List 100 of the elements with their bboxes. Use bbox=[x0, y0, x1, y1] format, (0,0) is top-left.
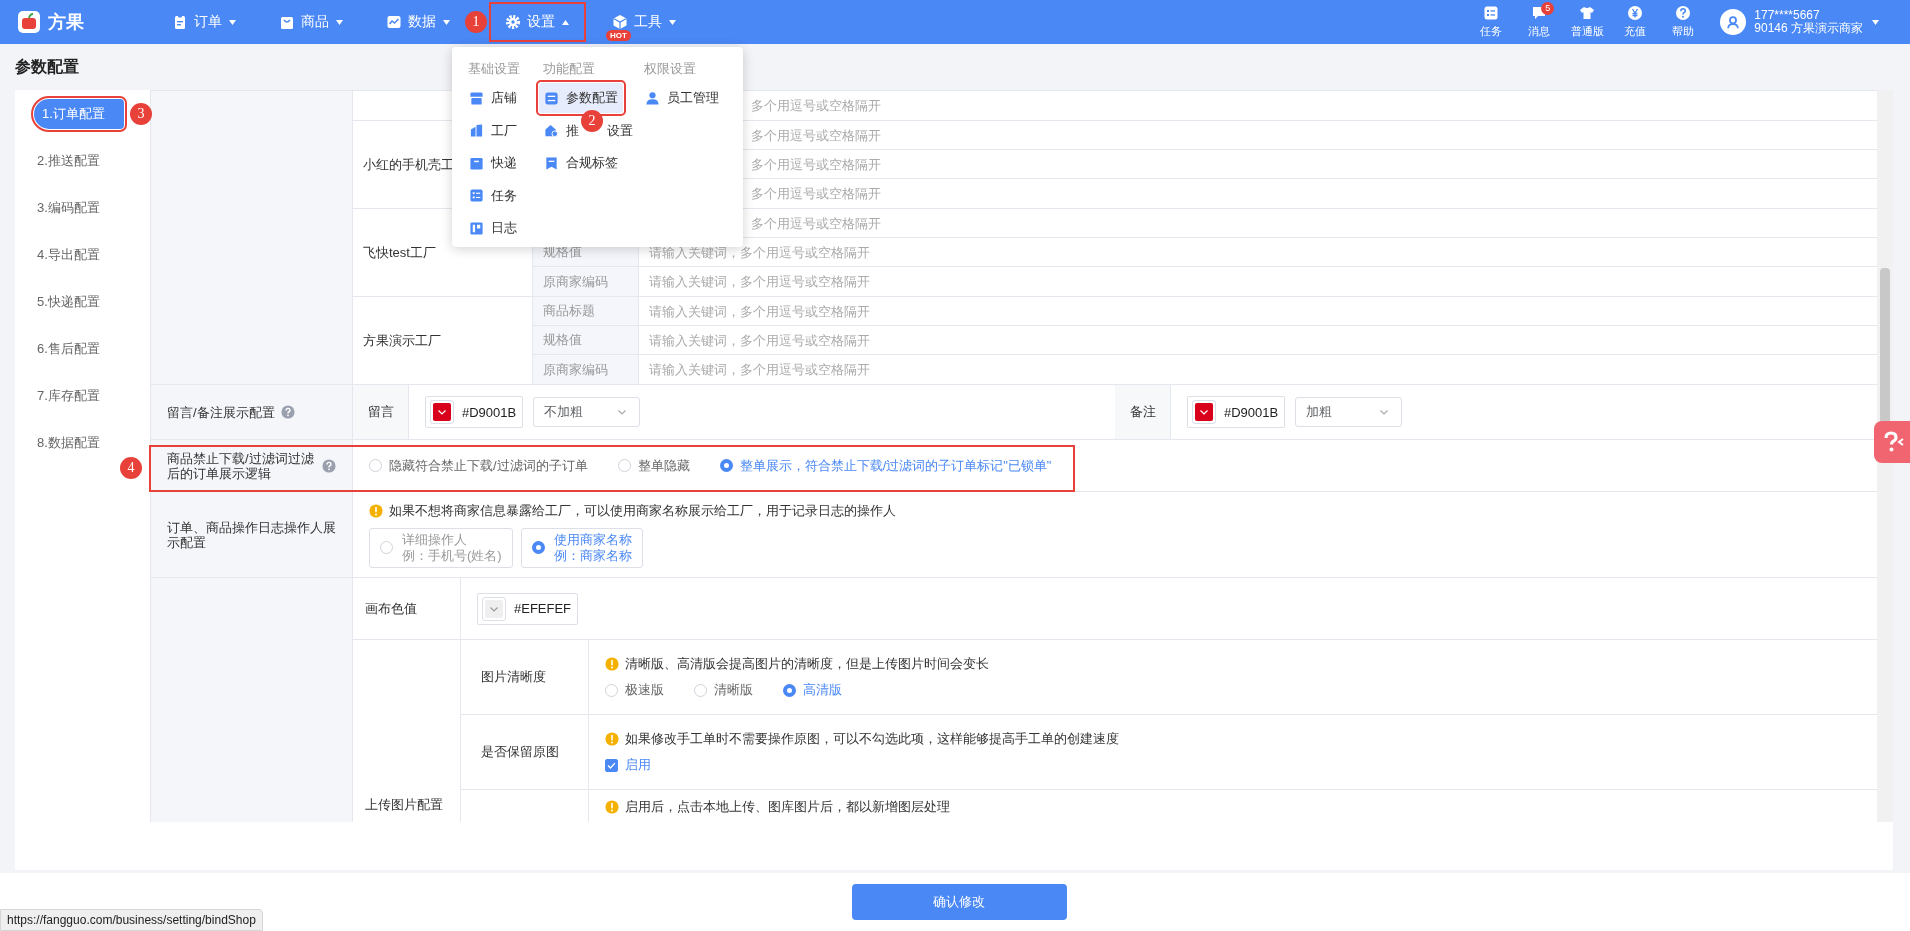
bookmark-icon bbox=[544, 155, 559, 171]
checkbox[interactable]: 启用 bbox=[605, 756, 651, 774]
sidebar-item[interactable]: 8.数据配置 bbox=[34, 428, 124, 458]
sidebar-item[interactable]: 7.库存配置 bbox=[34, 381, 124, 411]
menu-item[interactable]: 店铺 bbox=[464, 83, 522, 113]
info-icon bbox=[605, 657, 619, 671]
radio-option[interactable]: 整单隐藏 bbox=[617, 456, 690, 475]
chevron-icon bbox=[1199, 407, 1209, 417]
field-label: 是否保留原图 bbox=[461, 715, 589, 789]
info-icon bbox=[369, 503, 383, 518]
page-title: 参数配置 bbox=[15, 56, 79, 77]
toolbar-button[interactable]: 5 消息 bbox=[1516, 5, 1563, 39]
caret-icon bbox=[668, 17, 677, 27]
sidebar-item[interactable]: 6.售后配置 bbox=[34, 334, 124, 364]
field-label: 原商家编码 bbox=[533, 267, 639, 296]
step-badge: 4 bbox=[120, 457, 142, 479]
select-field[interactable]: 不加粗 bbox=[533, 397, 641, 427]
toolbar-button[interactable]: 帮助 bbox=[1660, 5, 1707, 39]
hot-badge: HOT bbox=[606, 30, 631, 41]
menu-item[interactable]: 参数配置 bbox=[539, 83, 623, 113]
field-label: 图片清晰度 bbox=[461, 640, 589, 714]
info-text: 如果修改手工单时不需要操作原图，可以不勾选此项，这样能够提高手工单的创建速度 bbox=[625, 730, 1119, 748]
row-label: 订单、商品操作日志操作人展示配置 bbox=[167, 519, 337, 550]
color-picker[interactable]: #D9001B bbox=[425, 396, 524, 428]
toolbar-button[interactable]: 任务 bbox=[1468, 5, 1515, 39]
radio-option[interactable]: 极速版 bbox=[605, 681, 664, 699]
info-text: 清晰版、高清版会提高图片的清晰度，但是上传图片时间会变长 bbox=[625, 655, 989, 673]
store-icon bbox=[469, 90, 484, 106]
clipboard-icon bbox=[172, 14, 188, 30]
radio-option[interactable]: 高清版 bbox=[783, 681, 842, 699]
confirm-button[interactable]: 确认修改 bbox=[851, 884, 1067, 920]
box-icon bbox=[469, 155, 484, 171]
info-text: 如果不想将商家信息暴露给工厂，可以使用商家名称展示给工厂，用于记录日志的操作人 bbox=[389, 501, 896, 520]
person-icon bbox=[645, 90, 660, 106]
chart-icon bbox=[386, 14, 402, 30]
field-label: 留言 bbox=[353, 385, 409, 439]
checklist-icon bbox=[469, 188, 484, 203]
row-label: 商品禁止下载/过滤词过滤后的订单展示逻辑 bbox=[167, 450, 315, 481]
nav-item[interactable]: 设置 bbox=[489, 2, 586, 42]
step-badge: 1 bbox=[465, 11, 487, 33]
sidebar-item[interactable]: 4.导出配置 bbox=[34, 240, 124, 270]
checklist-icon bbox=[1483, 5, 1500, 21]
factory-name: 飞快test工厂 bbox=[363, 244, 436, 261]
field-label: 商品标题 bbox=[533, 297, 639, 325]
menu-item[interactable]: 任务 bbox=[464, 180, 522, 211]
info-icon bbox=[605, 732, 619, 746]
sliders-icon bbox=[544, 90, 559, 106]
menu-heading: 基础设置 bbox=[467, 60, 521, 78]
help-icon bbox=[322, 458, 336, 473]
sidebar-item[interactable]: 3.编码配置 bbox=[34, 193, 124, 223]
radio-option[interactable]: 清晰版 bbox=[694, 681, 753, 699]
sidebar-item[interactable]: 2.推送配置 bbox=[34, 146, 124, 176]
nav-item[interactable]: 数据 bbox=[370, 2, 467, 42]
menu-item[interactable]: 合规标签 bbox=[539, 148, 623, 178]
factory-name: 方果演示工厂 bbox=[363, 332, 441, 349]
status-url: https://fangguo.com/business/setting/bindShop bbox=[0, 909, 263, 931]
house-icon bbox=[544, 123, 559, 138]
sidebar-item[interactable]: 5.快递配置 bbox=[34, 287, 124, 317]
color-picker[interactable]: #D9001B bbox=[1187, 396, 1286, 428]
nav-item[interactable]: 订单 bbox=[156, 2, 253, 42]
radio-option[interactable]: 整单展示，符合禁止下载/过滤词的子订单标记"已锁单" bbox=[719, 456, 1052, 475]
caret-icon bbox=[442, 17, 451, 27]
menu-item[interactable]: 员工管理 bbox=[640, 83, 724, 113]
help-icon bbox=[1675, 5, 1692, 21]
caret-icon bbox=[1871, 17, 1880, 27]
yen-icon bbox=[1627, 5, 1644, 21]
toolbar-button[interactable]: 充值 bbox=[1612, 5, 1659, 39]
field-label: 上传图片配置 bbox=[353, 640, 461, 822]
radio-card[interactable]: 使用商家名称 例：商家名称 bbox=[520, 527, 643, 568]
step-badge: 3 bbox=[130, 103, 152, 125]
menu-item[interactable]: 日志 bbox=[464, 213, 522, 243]
scrollbar[interactable] bbox=[1877, 90, 1893, 822]
settings-icon bbox=[505, 14, 521, 30]
caret-icon bbox=[335, 17, 344, 27]
info-icon bbox=[605, 800, 619, 814]
logo-icon bbox=[18, 11, 40, 33]
nav-item[interactable]: 商品 bbox=[263, 2, 360, 42]
nav-item[interactable]: HOT 工具 bbox=[596, 2, 693, 42]
step-badge: 2 bbox=[581, 110, 603, 132]
menu-item[interactable]: 工厂 bbox=[464, 115, 522, 146]
menu-item[interactable]: 快递 bbox=[464, 148, 522, 178]
field-label: 备注 bbox=[1115, 385, 1171, 439]
avatar[interactable] bbox=[1720, 9, 1747, 35]
chevron-icon bbox=[617, 407, 628, 417]
chevron-icon bbox=[1379, 407, 1390, 417]
shirt-icon bbox=[1579, 5, 1596, 21]
color-picker[interactable]: #EFEFEF bbox=[477, 592, 579, 625]
chevron-icon bbox=[437, 407, 447, 417]
factory-name: 小红的手机壳工 bbox=[363, 156, 454, 173]
select-field[interactable]: 加粗 bbox=[1295, 397, 1403, 427]
menu-heading: 权限设置 bbox=[643, 60, 697, 78]
field-label: 原商家编码 bbox=[533, 355, 639, 384]
radio-option[interactable]: 隐藏符合禁止下载/过滤词的子订单 bbox=[369, 456, 588, 475]
field-label: 规格值 bbox=[533, 326, 639, 354]
row-label: 留言/备注展示配置 bbox=[167, 404, 275, 420]
bag-icon bbox=[279, 14, 295, 30]
help-tab[interactable] bbox=[1874, 421, 1910, 463]
logo-text: 方果 bbox=[48, 11, 84, 34]
person-icon bbox=[1726, 15, 1741, 29]
toolbar-button[interactable]: 普通版 bbox=[1564, 5, 1611, 39]
